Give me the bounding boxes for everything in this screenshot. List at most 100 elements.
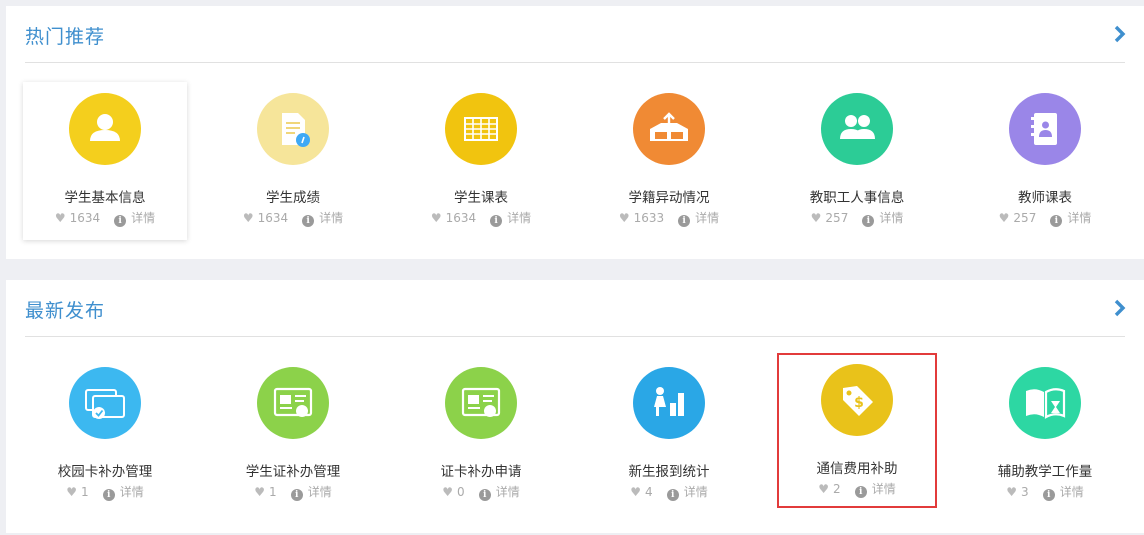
like-count: 1634 (445, 211, 477, 225)
info-icon: i (666, 489, 679, 501)
section-divider (25, 62, 1125, 63)
detail-link[interactable]: 详情 (131, 211, 155, 225)
heart-icon[interactable]: ♥ (431, 211, 442, 225)
heart-icon[interactable]: ♥ (55, 211, 66, 225)
detail-link[interactable]: 详情 (879, 211, 903, 225)
like-count: 3 (1021, 485, 1029, 499)
app-icon-circle (1009, 367, 1081, 439)
like-count: 4 (645, 485, 653, 499)
info-icon: i (678, 215, 691, 227)
app-card-teaching-workload[interactable]: 辅助教学工作量 ♥ 3 i 详情 (963, 356, 1127, 514)
heart-icon[interactable]: ♥ (254, 485, 265, 499)
table-icon (464, 117, 498, 141)
info-icon: i (302, 215, 315, 227)
detail-link[interactable]: 详情 (507, 211, 531, 225)
app-card-enrollment-change[interactable]: 学籍异动情况 ♥ 1633 i 详情 (587, 82, 751, 240)
app-name: 学生成绩 (266, 190, 320, 206)
detail-link[interactable]: 详情 (1060, 485, 1084, 499)
app-name: 教师课表 (1018, 190, 1072, 206)
app-meta: ♥ 1 i 详情 (23, 483, 187, 501)
heart-icon[interactable]: ♥ (66, 485, 77, 499)
app-meta: ♥ 257 i 详情 (775, 209, 939, 227)
app-meta: ♥ 0 i 详情 (399, 483, 563, 501)
app-meta: ♥ 3 i 详情 (963, 483, 1127, 501)
section-title: 热门推荐 (25, 26, 106, 48)
user-icon (90, 114, 120, 141)
app-card-student-id-reissue[interactable]: 学生证补办管理 ♥ 1 i 详情 (211, 356, 375, 514)
app-name: 新生报到统计 (628, 464, 710, 480)
heart-icon[interactable]: ♥ (442, 485, 453, 499)
like-count: 1 (81, 485, 89, 499)
box-icon (650, 112, 688, 141)
heart-icon[interactable]: ♥ (619, 211, 630, 225)
like-count: 257 (825, 211, 849, 225)
detail-link[interactable]: 详情 (695, 211, 719, 225)
chevron-right-icon[interactable] (1110, 298, 1130, 318)
like-count: 257 (1013, 211, 1037, 225)
app-card-freshman-stats[interactable]: 新生报到统计 ♥ 4 i 详情 (587, 356, 751, 514)
app-grid: 学生基本信息 ♥ 1634 i 详情 学生成绩 ♥ 1634 i 详情 学生课表… (21, 78, 1141, 246)
app-icon-circle (633, 367, 705, 439)
detail-link[interactable]: 详情 (1067, 211, 1091, 225)
document-icon (282, 113, 310, 147)
info-icon: i (854, 486, 867, 498)
heart-icon[interactable]: ♥ (811, 211, 822, 225)
app-card-card-reissue-apply[interactable]: 证卡补办申请 ♥ 0 i 详情 (399, 356, 563, 514)
app-icon-circle (257, 93, 329, 165)
app-card-student-grades[interactable]: 学生成绩 ♥ 1634 i 详情 (211, 82, 375, 240)
app-icon-circle (633, 93, 705, 165)
app-name: 学生基本信息 (64, 190, 146, 206)
people-icon (840, 115, 875, 139)
detail-link[interactable]: 详情 (319, 211, 343, 225)
detail-link[interactable]: 详情 (496, 485, 520, 499)
detail-link[interactable]: 详情 (684, 485, 708, 499)
detail-link[interactable]: 详情 (120, 485, 144, 499)
app-card-campus-card-reissue[interactable]: 校园卡补办管理 ♥ 1 i 详情 (23, 356, 187, 514)
like-count: 1634 (69, 211, 101, 225)
app-name: 学生证补办管理 (245, 464, 341, 480)
detail-link[interactable]: 详情 (872, 482, 896, 496)
detail-link[interactable]: 详情 (308, 485, 332, 499)
app-meta: ♥ 1634 i 详情 (399, 209, 563, 227)
heart-icon[interactable]: ♥ (243, 211, 254, 225)
app-icon-circle: $ (821, 364, 893, 436)
info-icon: i (478, 489, 491, 501)
app-meta: ♥ 257 i 详情 (963, 209, 1127, 227)
price-tag-icon: $ (843, 386, 873, 416)
app-card-teacher-schedule[interactable]: 教师课表 ♥ 257 i 详情 (963, 82, 1127, 240)
info-icon: i (102, 489, 115, 501)
heart-icon[interactable]: ♥ (1006, 485, 1017, 499)
heart-icon[interactable]: ♥ (630, 485, 641, 499)
notebook-icon (1031, 113, 1057, 145)
app-meta: ♥ 1 i 详情 (211, 483, 375, 501)
like-count: 1634 (257, 211, 289, 225)
app-meta: ♥ 2 i 详情 (778, 480, 936, 498)
section-title: 最新发布 (25, 300, 106, 322)
app-icon-circle (445, 367, 517, 439)
info-icon: i (290, 489, 303, 501)
app-icon-circle (69, 93, 141, 165)
app-name: 学生课表 (454, 190, 508, 206)
heart-icon[interactable]: ♥ (818, 482, 829, 496)
app-icon-circle (821, 93, 893, 165)
info-icon: i (862, 215, 875, 227)
app-name: 校园卡补办管理 (57, 464, 153, 480)
like-count: 2 (833, 482, 841, 496)
chevron-right-icon[interactable] (1110, 24, 1130, 44)
book-icon (1026, 388, 1066, 419)
app-grid: 校园卡补办管理 ♥ 1 i 详情 学生证补办管理 ♥ 1 i 详情 证卡补办申请… (21, 352, 1141, 520)
info-icon: i (1042, 489, 1055, 501)
section-divider (25, 336, 1125, 337)
app-meta: ♥ 1634 i 详情 (23, 209, 187, 227)
info-icon: i (490, 215, 503, 227)
app-card-staff-info[interactable]: 教职工人事信息 ♥ 257 i 详情 (775, 82, 939, 240)
app-name: 证卡补办申请 (440, 464, 522, 480)
info-icon: i (114, 215, 127, 227)
app-card-communication-subsidy[interactable]: $ 通信费用补助 ♥ 2 i 详情 (777, 353, 937, 508)
heart-icon[interactable]: ♥ (999, 211, 1010, 225)
app-card-student-schedule[interactable]: 学生课表 ♥ 1634 i 详情 (399, 82, 563, 240)
app-name: 通信费用补助 (816, 461, 898, 477)
app-card-student-info[interactable]: 学生基本信息 ♥ 1634 i 详情 (23, 82, 187, 240)
app-meta: ♥ 1634 i 详情 (211, 209, 375, 227)
bar-chart-icon (654, 387, 684, 416)
